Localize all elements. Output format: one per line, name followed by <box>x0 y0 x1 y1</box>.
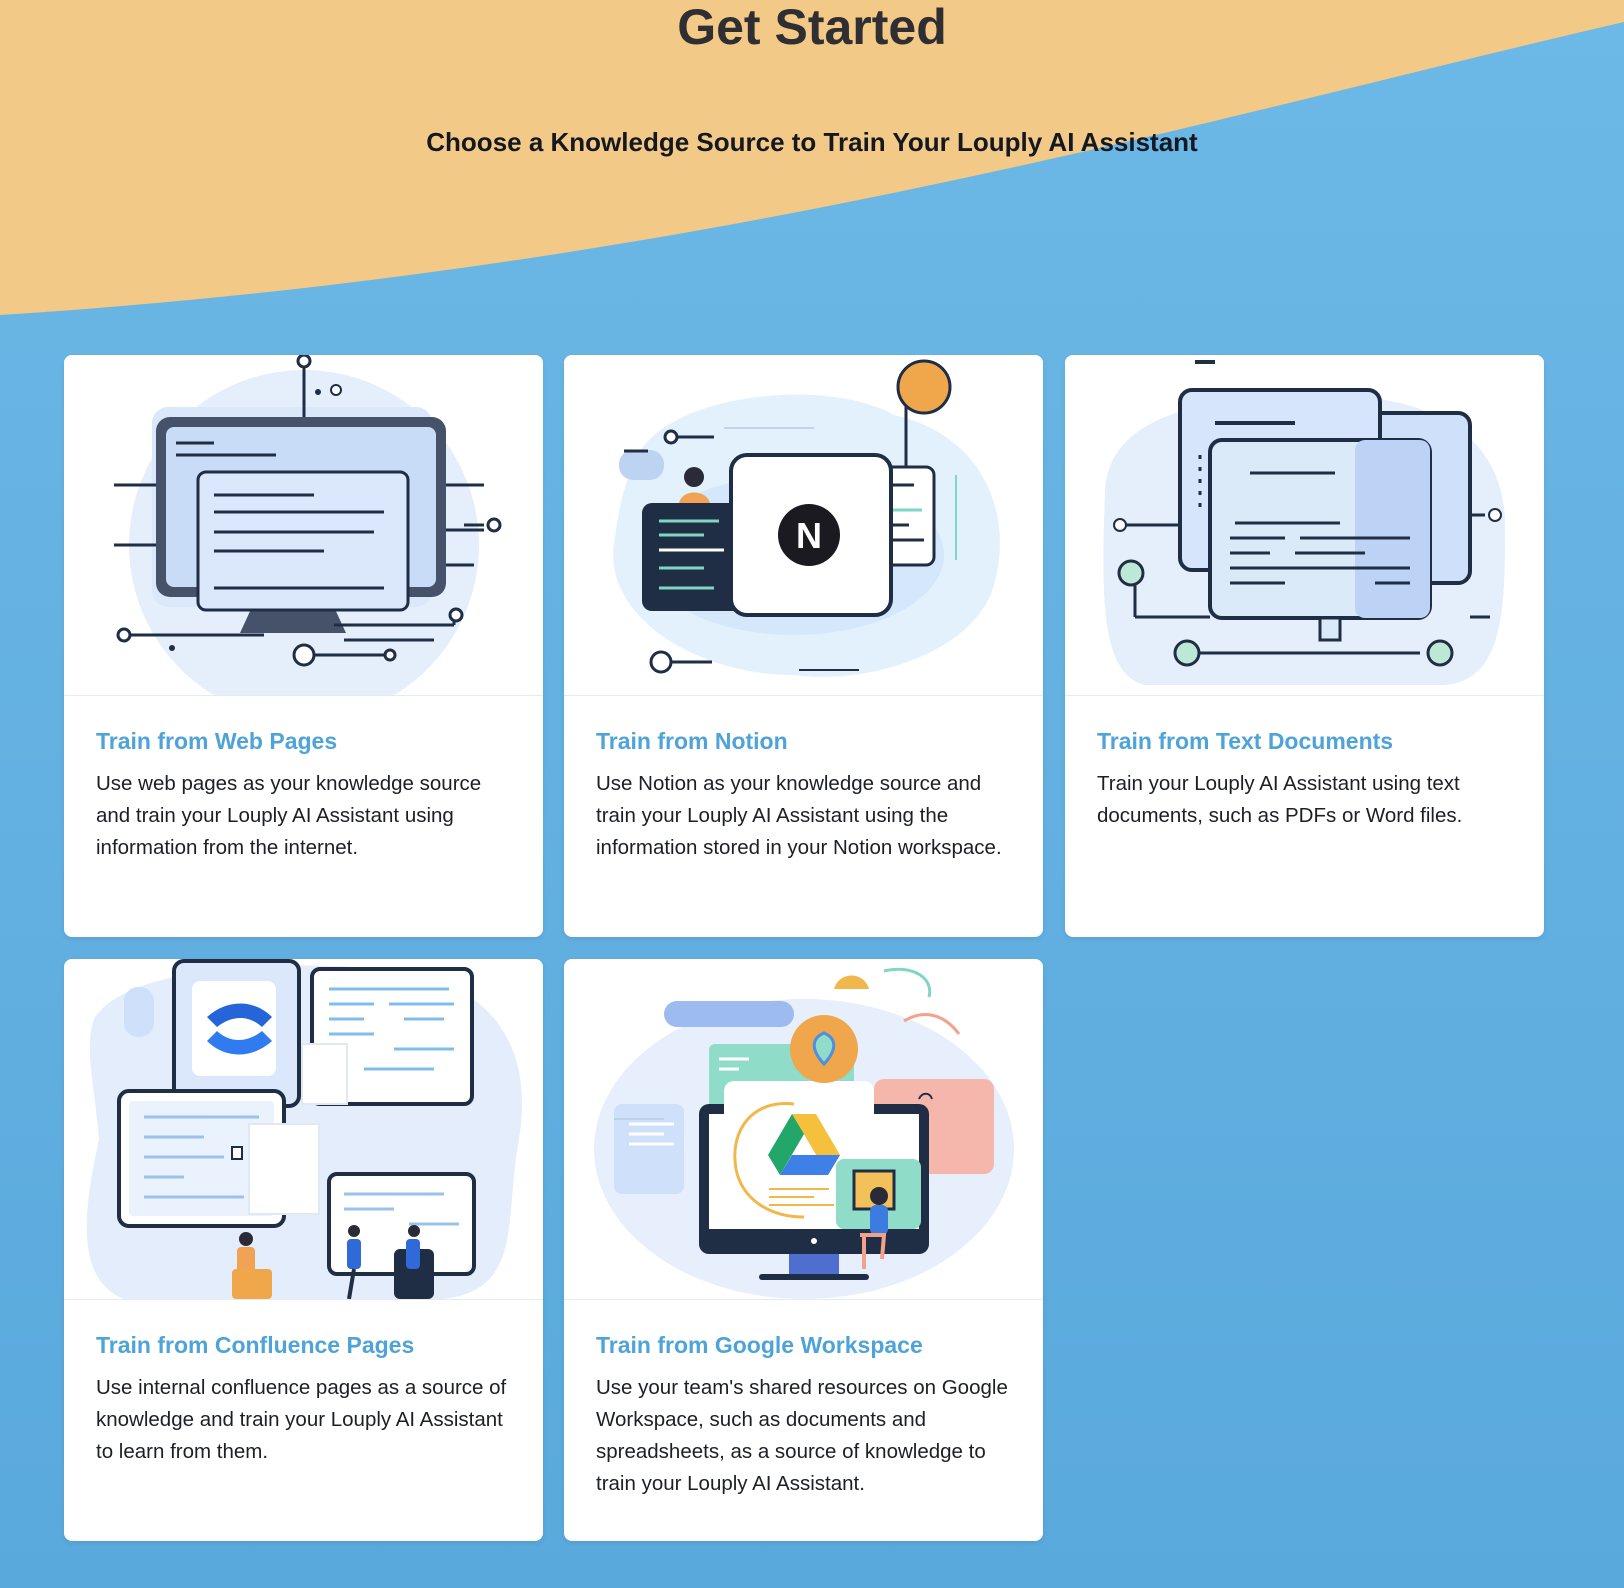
card-description: Use web pages as your knowledge source a… <box>96 772 482 859</box>
text-documents-icon <box>1065 355 1544 696</box>
card-title: Train from Text Documents <box>1097 728 1394 754</box>
card-title: Train from Google Workspace <box>596 1332 923 1358</box>
confluence-logo-icon <box>64 959 543 1300</box>
card-title: Train from Confluence Pages <box>96 1332 415 1358</box>
notion-logo-icon: N <box>564 355 1043 696</box>
google-drive-logo-icon <box>564 959 1043 1300</box>
card-text-documents[interactable]: Train from Text Documents Train your Lou… <box>1065 355 1544 937</box>
page-title: Get Started <box>677 0 947 55</box>
card-description: Use Notion as your knowledge source and … <box>596 772 1002 859</box>
card-title: Train from Notion <box>596 728 788 754</box>
card-confluence[interactable]: Train from Confluence Pages Use internal… <box>64 959 543 1541</box>
card-web-pages[interactable]: Train from Web Pages Use web pages as yo… <box>64 355 543 937</box>
monitor-web-pages-icon <box>64 355 543 696</box>
card-title: Train from Web Pages <box>96 728 338 754</box>
page-subtitle: Choose a Knowledge Source to Train Your … <box>426 127 1198 157</box>
card-description: Use internal confluence pages as a sourc… <box>96 1376 507 1463</box>
card-google-workspace[interactable]: Train from Google Workspace Use your tea… <box>564 959 1043 1541</box>
card-notion[interactable]: N Train from Notion Use Notion as your k… <box>564 355 1043 937</box>
svg-text:N: N <box>796 515 822 556</box>
card-description: Train your Louply AI Assistant using tex… <box>1097 772 1463 827</box>
card-description: Use your team's shared resources on Goog… <box>596 1376 1008 1495</box>
